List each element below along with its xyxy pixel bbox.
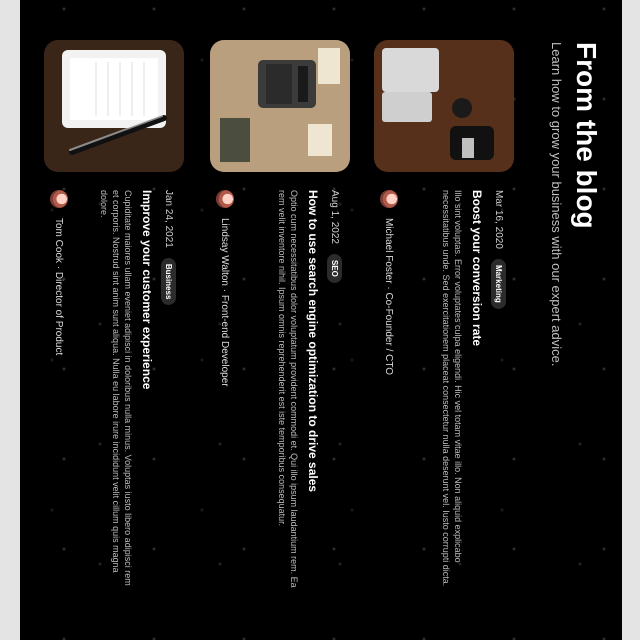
- screenshot-page: From the blog Learn how to grow your bus…: [0, 0, 640, 640]
- category-badge[interactable]: Business: [161, 257, 176, 306]
- page-subtitle: Learn how to grow your business with our…: [549, 42, 564, 367]
- post-meta: Jan 24, 2021 Business: [161, 190, 176, 306]
- post-author: Michael Foster · Co-Founder / CTO: [380, 190, 398, 375]
- post-title[interactable]: Boost your conversion rate: [469, 190, 484, 590]
- post-title[interactable]: How to use search engine optimization to…: [305, 190, 320, 590]
- author-name[interactable]: Lindsay Walton · Front-end Developer: [220, 218, 231, 387]
- page-title: From the blog: [571, 42, 602, 229]
- post-title[interactable]: Improve your customer experience: [139, 190, 154, 590]
- post-image-svg: [210, 40, 350, 172]
- blog-card[interactable]: Aug 1, 2022 SEO How to use search engine…: [190, 40, 350, 600]
- post-image-svg: [374, 40, 514, 172]
- blog-content: From the blog Learn how to grow your bus…: [20, 0, 622, 640]
- avatar: [50, 190, 68, 208]
- blog-card[interactable]: Jan 24, 2021 Business Improve your custo…: [24, 40, 184, 600]
- post-date: Aug 1, 2022: [329, 190, 340, 244]
- post-image[interactable]: [210, 40, 350, 172]
- post-image[interactable]: [44, 40, 184, 172]
- avatar: [380, 190, 398, 208]
- blog-card[interactable]: Mar 16, 2020 Marketing Boost your conver…: [354, 40, 514, 600]
- category-badge[interactable]: Marketing: [491, 258, 506, 309]
- post-image-svg: [44, 40, 184, 172]
- post-excerpt: Illo sint voluptas. Error voluptates cul…: [441, 190, 463, 587]
- post-author: Lindsay Walton · Front-end Developer: [216, 190, 234, 387]
- post-date: Mar 16, 2020: [493, 190, 504, 249]
- avatar: [216, 190, 234, 208]
- post-date: Jan 24, 2021: [163, 190, 174, 248]
- post-image[interactable]: [374, 40, 514, 172]
- post-author: Tom Cook · Director of Product: [50, 190, 68, 355]
- author-name[interactable]: Tom Cook · Director of Product: [54, 218, 65, 355]
- post-excerpt: Cupiditate maiores ullam eveniet adipisc…: [99, 190, 133, 586]
- post-excerpt: Optio cum necessitatibus dolor voluptatu…: [277, 190, 299, 588]
- post-meta: Mar 16, 2020 Marketing: [491, 190, 506, 309]
- author-name[interactable]: Michael Foster · Co-Founder / CTO: [384, 218, 395, 375]
- post-meta: Aug 1, 2022 SEO: [327, 190, 342, 283]
- category-badge[interactable]: SEO: [327, 253, 342, 283]
- blog-frame: From the blog Learn how to grow your bus…: [20, 0, 622, 640]
